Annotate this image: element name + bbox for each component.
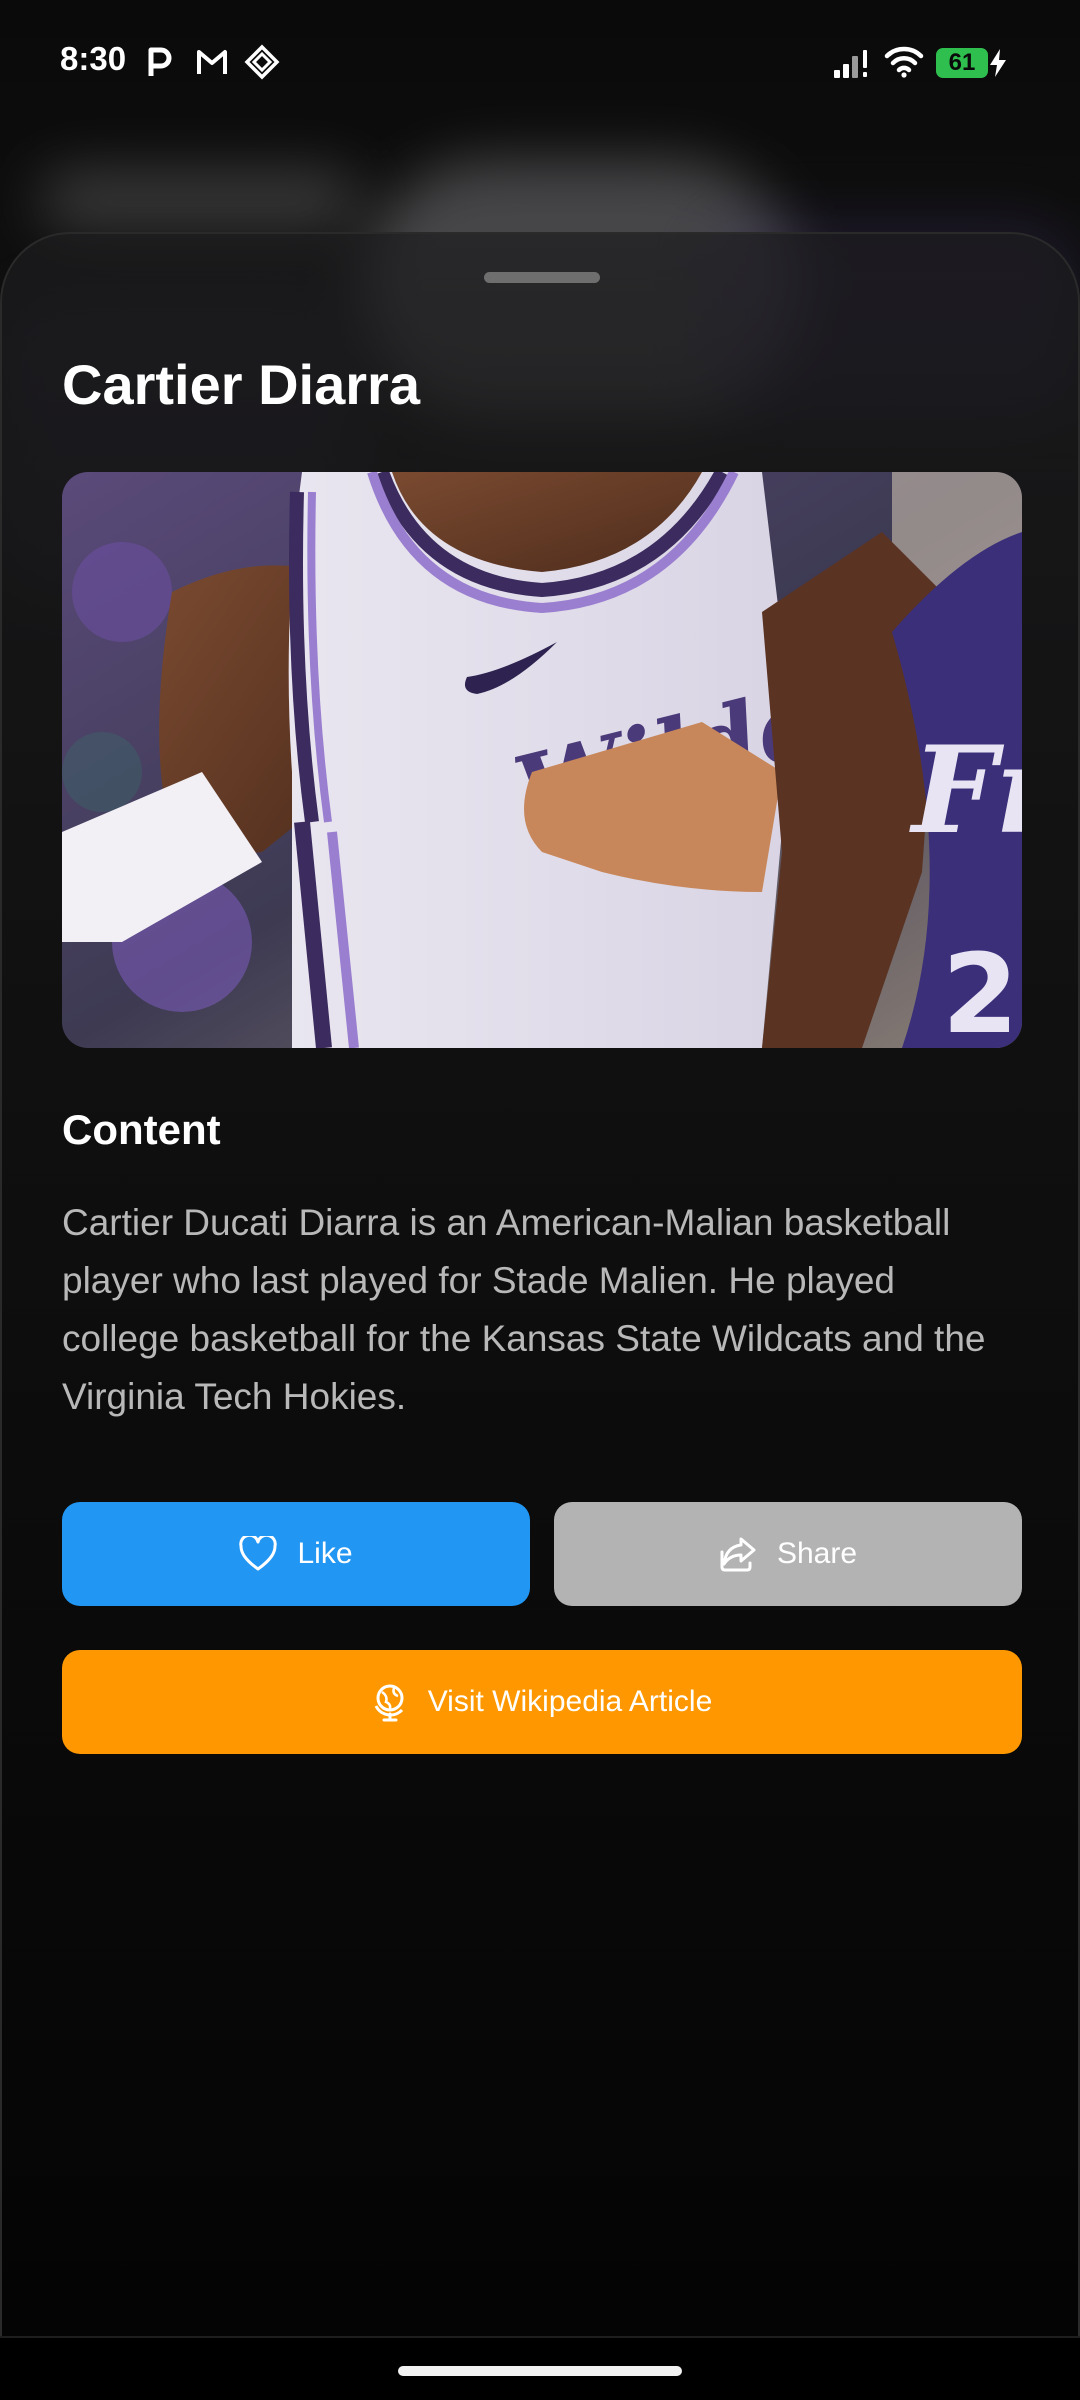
parking-icon	[142, 44, 178, 80]
battery-icon: 61	[936, 48, 988, 78]
page-title: Cartier Diarra	[62, 353, 420, 416]
charging-icon	[988, 48, 1008, 84]
player-image: Wildcat Fr 2	[62, 472, 1022, 1048]
globe-icon	[372, 1682, 408, 1722]
section-heading-content: Content	[62, 1106, 221, 1153]
heart-icon	[239, 1536, 278, 1572]
gmail-icon	[194, 44, 230, 80]
status-time: 8:30	[60, 40, 127, 77]
visit-wikipedia-label: Visit Wikipedia Article	[427, 1685, 713, 1718]
like-button[interactable]: Like	[62, 1502, 530, 1606]
home-indicator[interactable]	[398, 2366, 682, 2376]
diamond-icon	[244, 44, 280, 80]
wifi-icon	[884, 44, 924, 80]
like-label: Like	[297, 1537, 353, 1570]
article-description: Cartier Ducati Diarra is an American-Mal…	[62, 1202, 986, 1417]
share-label: Share	[776, 1537, 858, 1570]
share-button[interactable]: Share	[554, 1502, 1022, 1606]
share-icon	[719, 1536, 757, 1572]
visit-wikipedia-button[interactable]: Visit Wikipedia Article	[62, 1650, 1022, 1754]
svg-text:2: 2	[942, 930, 1019, 1048]
drag-handle[interactable]	[484, 272, 600, 283]
status-bar: 8:30 61	[0, 0, 1080, 130]
detail-bottom-sheet: Cartier Diarra F 2 Content Cartier Ducat…	[0, 232, 1080, 2336]
svg-text:Fr: Fr	[909, 720, 1022, 861]
navigation-bar	[0, 2336, 1080, 2400]
app-screen: 8:30 61 Cartier Diarra F 2 Content Carti…	[0, 0, 1080, 2400]
signal-icon	[832, 46, 868, 82]
